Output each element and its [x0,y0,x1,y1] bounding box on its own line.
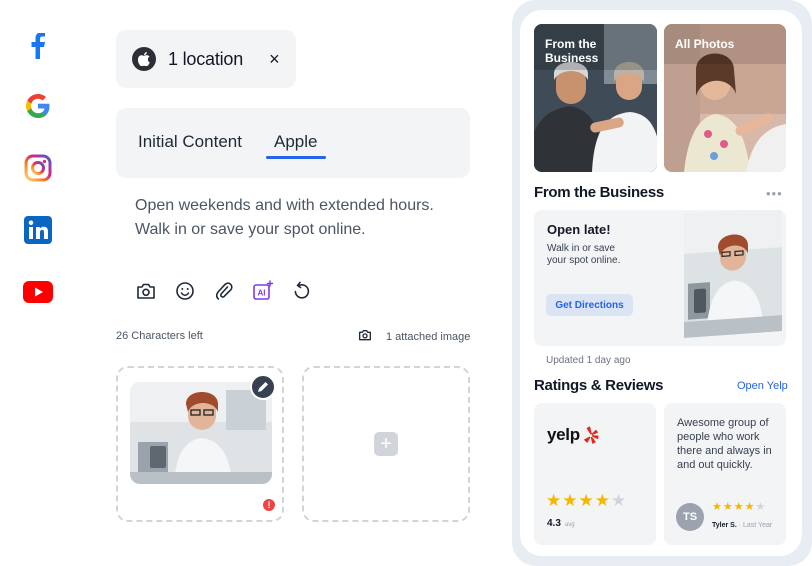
photo-tile-label: From the Business [545,37,599,65]
attached-image-slot: ! [116,366,284,522]
active-tab-indicator [266,156,326,159]
more-options-icon[interactable]: ••• [766,186,783,201]
reviewer-meta: Tyler S. · Last Year [712,522,772,529]
close-icon[interactable]: × [269,49,280,70]
star-icon: ★ [722,501,734,513]
rating-suffix: avg [564,522,575,528]
preview-phone-frame: From the Business All Photos From the Bu… [512,0,812,566]
yelp-burst-icon [583,426,599,444]
svg-text:AI: AI [258,289,266,298]
star-icon: ★ [578,491,595,510]
tab-initial-content[interactable]: Initial Content [138,132,242,152]
rating-number: 4.3 [547,518,561,529]
ai-icon[interactable]: AI [252,280,274,302]
attached-image-thumbnail[interactable] [130,382,272,484]
yelp-logo: yelp [547,425,599,445]
undo-icon[interactable] [291,280,313,302]
yelp-wordmark: yelp [547,425,580,444]
location-chip: 1 location × [116,30,296,88]
open-yelp-link[interactable]: Open Yelp [737,380,788,392]
tab-apple[interactable]: Apple [274,132,317,152]
attachment-icon[interactable] [213,280,235,302]
photo-tile-label: All Photos [675,37,735,51]
updated-timestamp: Updated 1 day ago [546,355,631,366]
star-icon: ★ [611,491,628,510]
business-post-card[interactable]: Open late! Walk in or save your spot onl… [534,210,786,346]
get-directions-button[interactable]: Get Directions [546,294,633,316]
add-image-icon[interactable]: + [374,432,398,456]
location-count-label: 1 location [168,48,244,69]
from-business-heading: From the Business [534,184,664,201]
post-description: Walk in or save your spot online. [547,243,621,266]
yelp-rating-card[interactable]: yelp ★★★★★ 4.3 avg [534,403,656,545]
preview-screen: From the Business All Photos From the Bu… [520,10,802,556]
edit-image-button[interactable] [250,374,276,400]
google-icon[interactable] [22,90,54,122]
camera-icon [358,329,372,344]
post-body-text[interactable]: Open weekends and with extended hours. W… [135,194,435,242]
yelp-rating-value: 4.3 avg [547,518,575,529]
youtube-icon[interactable] [22,276,54,308]
apple-icon [132,47,156,71]
photo-tile-all-photos[interactable]: All Photos [664,24,786,172]
emoji-icon[interactable] [174,280,196,302]
post-image [684,210,782,338]
star-icon: ★ [755,501,767,513]
avatar: TS [676,503,704,531]
facebook-icon[interactable] [22,30,54,62]
reviewer-name: Tyler S. [712,522,737,529]
ratings-heading: Ratings & Reviews [534,377,664,394]
composer-toolbar: AI [135,280,313,302]
reviewer-stars: ★★★★★ [712,500,766,513]
post-title: Open late! [547,222,611,237]
review-text: Awesome group of people who work there a… [677,417,772,471]
star-icon: ★ [562,491,579,510]
review-card[interactable]: Awesome group of people who work there a… [664,403,786,545]
star-icon: ★ [546,491,563,510]
characters-left-counter: 26 Characters left [116,330,203,342]
attached-images-status: 1 attached image [358,329,470,344]
yelp-rating-stars: ★★★★★ [546,491,627,511]
star-icon: ★ [744,501,756,513]
camera-icon[interactable] [135,280,157,302]
linkedin-icon[interactable] [22,214,54,246]
attached-count-label: 1 attached image [386,330,471,343]
star-icon: ★ [594,491,611,510]
content-tabs: Initial Content Apple [116,108,470,178]
warning-icon: ! [263,499,275,511]
review-time: · Last Year [738,522,773,529]
star-icon: ★ [733,501,745,513]
photo-tile-from-business[interactable]: From the Business [534,24,657,172]
instagram-icon[interactable] [22,152,54,184]
add-image-slot[interactable]: + [302,366,470,522]
star-icon: ★ [712,501,723,513]
